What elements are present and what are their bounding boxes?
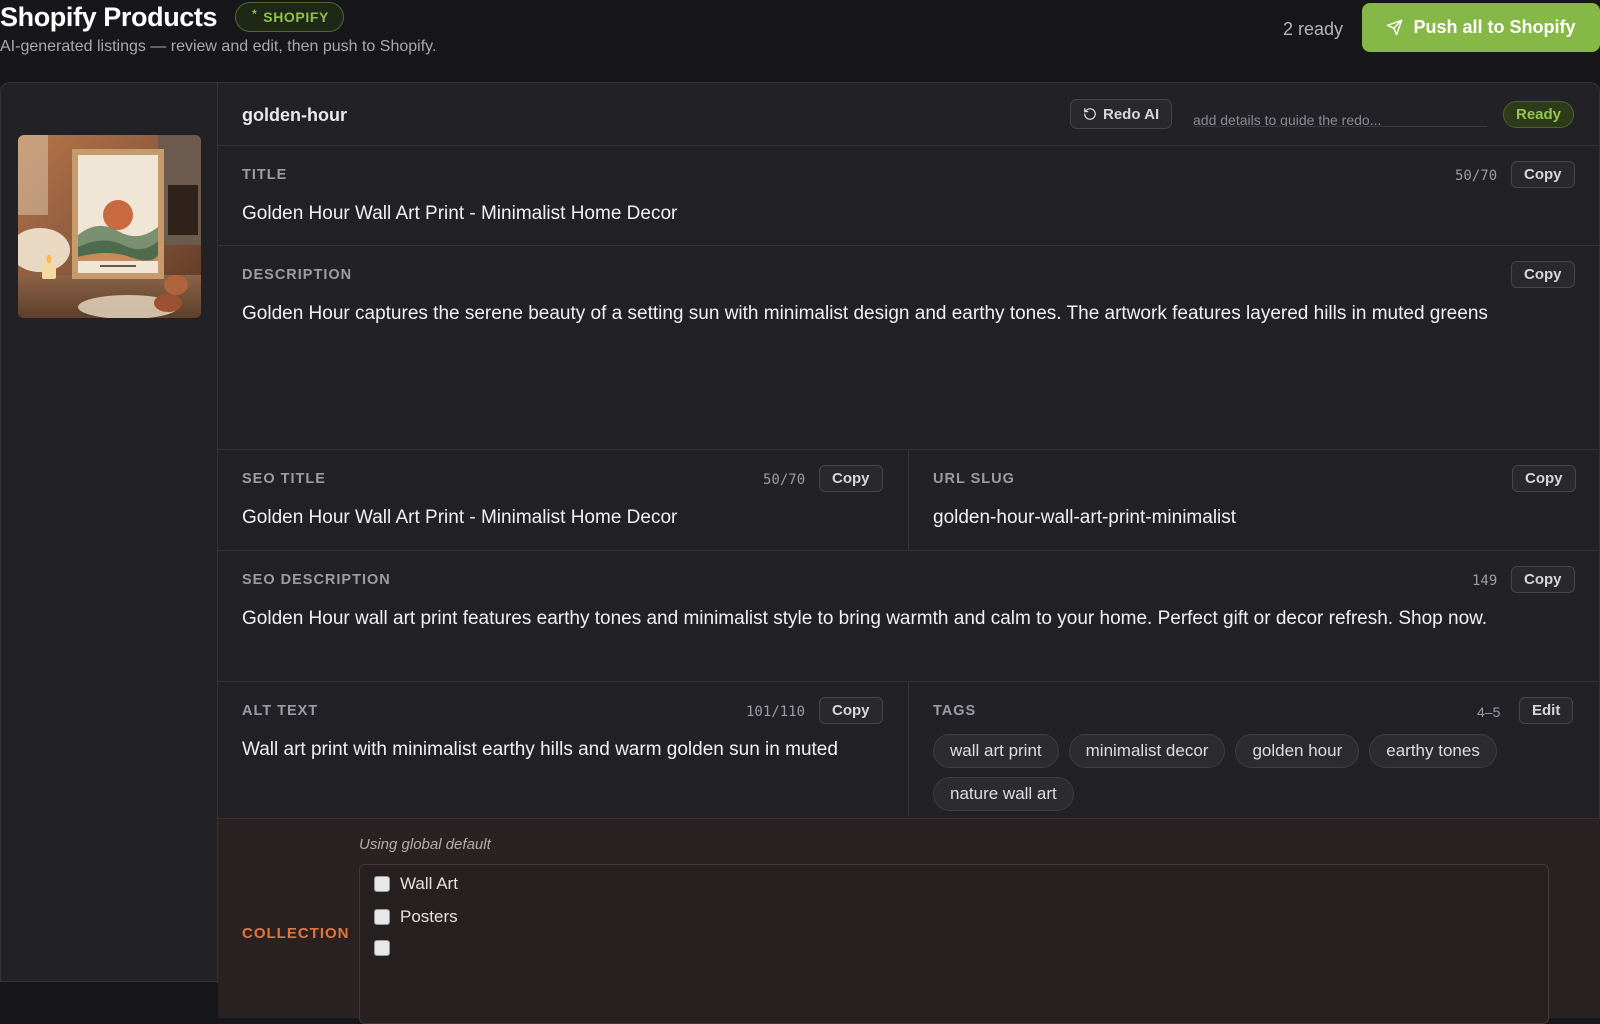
seo-description-value[interactable]: Golden Hour wall art print features eart… (242, 608, 1582, 630)
description-field: DESCRIPTION Copy Golden Hour captures th… (218, 246, 1600, 450)
collection-default-note: Using global default (359, 836, 491, 853)
push-all-button[interactable]: Push all to Shopify (1362, 3, 1600, 52)
tag-chip[interactable]: minimalist decor (1068, 734, 1226, 768)
description-copy-button[interactable]: Copy (1511, 261, 1575, 288)
seo-description-char-count: 149 (1472, 573, 1498, 589)
redo-ai-label: Redo AI (1103, 105, 1160, 123)
collection-label: COLLECTION (242, 925, 350, 942)
collection-option-wall-art[interactable]: Wall Art (374, 874, 458, 894)
tags-field: TAGS 4–5 Edit wall art print minimalist … (908, 682, 1600, 827)
product-image (18, 135, 201, 318)
title-field: TITLE 50/70 Copy Golden Hour Wall Art Pr… (218, 146, 1600, 246)
seo-description-copy-button[interactable]: Copy (1511, 566, 1575, 593)
tags-count-range: 4–5 (1477, 704, 1501, 720)
description-label: DESCRIPTION (242, 267, 353, 283)
seo-title-copy-button[interactable]: Copy (819, 465, 883, 492)
status-badge: Ready (1503, 101, 1575, 128)
collection-list: Wall Art Posters (359, 864, 1549, 1024)
collection-option-label: Posters (400, 907, 458, 926)
collection-checkbox[interactable] (374, 940, 390, 956)
alt-text-label: ALT TEXT (242, 703, 319, 719)
thumbnail-column (1, 83, 218, 983)
url-slug-label: URL SLUG (933, 471, 1015, 487)
alt-text-copy-button[interactable]: Copy (819, 697, 883, 724)
tags-label: TAGS (933, 703, 977, 719)
title-label: TITLE (242, 167, 288, 183)
collection-option-label: Wall Art (400, 874, 458, 893)
seo-title-char-count: 50/70 (763, 472, 806, 488)
seo-description-field: SEO DESCRIPTION 149 Copy Golden Hour wal… (218, 551, 1600, 682)
product-fields: golden-hour Redo AI Ready TITLE 50/70 Co… (218, 83, 1600, 1024)
description-value[interactable]: Golden Hour captures the serene beauty o… (242, 303, 1600, 325)
platform-badge: * SHOPIFY (235, 2, 344, 32)
seo-title-value[interactable]: Golden Hour Wall Art Print - Minimalist … (242, 507, 677, 529)
collection-option-posters[interactable]: Posters (374, 907, 458, 927)
url-slug-value[interactable]: golden-hour-wall-art-print-minimalist (933, 507, 1236, 529)
collection-checkbox[interactable] (374, 909, 390, 925)
rotate-ccw-icon (1084, 108, 1096, 120)
product-card: golden-hour Redo AI Ready TITLE 50/70 Co… (0, 82, 1600, 1024)
platform-badge-label: SHOPIFY (263, 9, 329, 25)
tag-chip[interactable]: wall art print (933, 734, 1059, 768)
badge-dot-icon: * (252, 7, 258, 21)
title-value[interactable]: Golden Hour Wall Art Print - Minimalist … (242, 203, 677, 225)
title-copy-button[interactable]: Copy (1511, 161, 1575, 188)
seo-title-label: SEO TITLE (242, 471, 326, 487)
url-slug-copy-button[interactable]: Copy (1512, 465, 1576, 492)
product-handle: golden-hour (242, 105, 347, 125)
redo-guidance-input[interactable] (1193, 107, 1487, 127)
collection-option-partial[interactable] (374, 940, 390, 956)
product-header-row: golden-hour Redo AI Ready (218, 83, 1600, 146)
alt-text-field: ALT TEXT 101/110 Copy Wall art print wit… (218, 682, 908, 827)
page-header: Shopify Products * SHOPIFY AI-generated … (0, 0, 1600, 82)
collection-checkbox[interactable] (374, 876, 390, 892)
push-all-label: Push all to Shopify (1413, 17, 1576, 37)
tag-list: wall art print minimalist decor golden h… (933, 734, 1573, 811)
url-slug-field: URL SLUG Copy golden-hour-wall-art-print… (908, 450, 1600, 550)
seo-title-slug-row: SEO TITLE 50/70 Copy Golden Hour Wall Ar… (218, 450, 1600, 551)
redo-ai-button[interactable]: Redo AI (1070, 99, 1173, 129)
send-icon (1387, 19, 1403, 36)
tags-edit-button[interactable]: Edit (1519, 697, 1574, 724)
tag-chip[interactable]: golden hour (1235, 734, 1360, 768)
alt-text-char-count: 101/110 (746, 704, 806, 720)
page-title: Shopify Products (0, 2, 218, 32)
tag-chip[interactable]: earthy tones (1369, 734, 1497, 768)
seo-description-label: SEO DESCRIPTION (242, 572, 391, 588)
title-char-count: 50/70 (1455, 168, 1498, 184)
seo-title-field: SEO TITLE 50/70 Copy Golden Hour Wall Ar… (218, 450, 908, 550)
page-subtitle: AI-generated listings — review and edit,… (0, 38, 437, 55)
alt-text-tags-row: ALT TEXT 101/110 Copy Wall art print wit… (218, 682, 1600, 828)
product-thumbnail[interactable] (18, 135, 201, 318)
collection-section: Using global default COLLECTION Wall Art… (218, 818, 1600, 1024)
ready-count: 2 ready (1283, 19, 1344, 39)
tag-chip[interactable]: nature wall art (933, 777, 1074, 811)
alt-text-value[interactable]: Wall art print with minimalist earthy hi… (242, 739, 902, 761)
